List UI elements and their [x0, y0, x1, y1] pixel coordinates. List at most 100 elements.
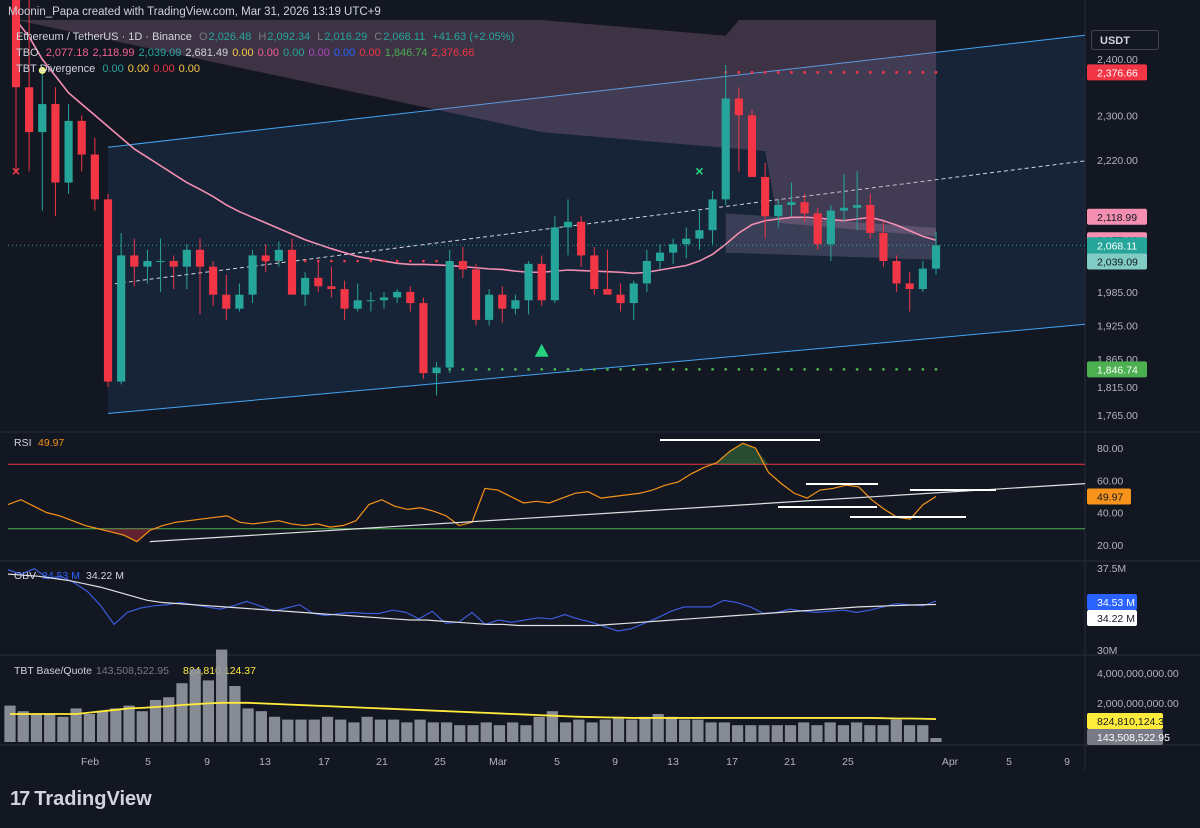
volume-bar	[493, 725, 506, 742]
candle-body	[156, 261, 165, 263]
level-dot	[829, 367, 833, 371]
rsi-tick-label: 80.00	[1097, 443, 1123, 455]
tbo-value-0: 2,077.18	[45, 47, 89, 59]
high-label: H	[258, 31, 267, 43]
level-dot	[921, 367, 925, 371]
level-dot	[474, 367, 478, 371]
tbo-value-10: 1,846.74	[384, 47, 428, 59]
candle-body	[327, 286, 336, 290]
obv-tick-label: 37.5M	[1097, 563, 1126, 575]
tbo-value-9: 0.00	[359, 47, 381, 59]
currency-button[interactable]: USDT	[1091, 30, 1159, 50]
level-dot	[619, 367, 622, 371]
close-label: C	[374, 31, 383, 43]
resistance-dot	[343, 259, 346, 263]
candle-body	[445, 261, 454, 368]
tbo-value-8: 0.00	[333, 47, 356, 59]
volume-bar	[414, 719, 426, 742]
level-dot	[908, 367, 912, 371]
volume-bar	[533, 716, 545, 742]
volume-ma-line	[10, 701, 937, 720]
obv-tick-label: 30M	[1097, 645, 1117, 657]
tbo-value-2: 2,039.09	[138, 47, 182, 59]
level-dot	[671, 367, 675, 371]
volume-bar	[96, 711, 109, 742]
volume-bar	[599, 719, 611, 742]
resistance-dot	[395, 259, 399, 263]
candle-body	[747, 115, 757, 177]
time-tick-label: 5	[554, 756, 560, 768]
candle-body	[590, 255, 599, 290]
level-dot	[553, 367, 557, 371]
level-dot	[763, 70, 767, 74]
rsi-label-text: 49.97	[1097, 492, 1123, 504]
candle-body	[550, 227, 559, 301]
candle-body	[143, 261, 152, 267]
resistance-dot	[330, 259, 333, 263]
volume-bar	[335, 719, 347, 742]
price-label-text: 2,118.99	[1097, 212, 1137, 224]
candle-body	[77, 120, 86, 155]
candle-body	[38, 104, 47, 133]
obv-ma-value: 34.22 M	[86, 570, 124, 582]
candle-body	[340, 289, 349, 309]
candle-body	[537, 263, 546, 301]
candle-body	[209, 266, 218, 295]
level-dot	[842, 367, 846, 371]
volume-value: 143,508,522.95	[96, 665, 169, 677]
level-dot	[882, 70, 885, 74]
candle-body	[655, 252, 665, 262]
rsi-tick-label: 20.00	[1097, 540, 1123, 552]
time-tick-label: 21	[784, 756, 796, 768]
candle-body	[800, 202, 809, 214]
volume-bar	[851, 722, 863, 742]
level-dot	[658, 367, 662, 371]
tbo-value-11: 2,376.66	[431, 47, 475, 59]
candle-body	[314, 277, 323, 287]
volume-bar	[679, 719, 691, 742]
level-dot	[698, 367, 701, 371]
volume-bar	[216, 649, 228, 742]
volume-bar	[692, 719, 704, 742]
volume-bar	[705, 722, 717, 742]
obv-ma-label-text: 34.22 M	[1097, 613, 1135, 625]
time-tick-label: 25	[842, 756, 854, 768]
candle-body	[353, 300, 362, 309]
candle-body	[485, 294, 494, 320]
divergence-legend: TBT Divergence 0.00 0.00 0.00 0.00	[16, 63, 208, 75]
level-dot	[776, 367, 780, 371]
resistance-dot	[382, 259, 386, 263]
level-dot	[763, 367, 767, 371]
tradingview-logo: 17 TradingView	[10, 788, 152, 811]
volume-bar	[255, 711, 267, 742]
volume-bar	[877, 725, 889, 742]
volume-bar	[440, 722, 453, 742]
tbo-value-7: 0.00	[308, 47, 330, 59]
rsi-overbought-fill	[704, 443, 782, 465]
volume-bar	[136, 711, 148, 742]
level-dot	[461, 367, 465, 371]
ohlc-legend: Ethereum / TetherUS · 1D · Binance O2,02…	[16, 31, 518, 43]
volume-bar	[612, 716, 625, 742]
level-dot	[737, 367, 741, 371]
candle-body	[918, 268, 927, 290]
open-label: O	[198, 31, 208, 43]
chart-canvas: 2,400.002,300.002,220.001,985.001,925.00…	[0, 0, 1200, 770]
candle-body	[274, 249, 283, 262]
candle-body	[511, 300, 520, 309]
candle-body	[248, 255, 257, 295]
candle-body	[195, 249, 205, 267]
volume-bar	[110, 708, 122, 742]
candle-body	[235, 294, 244, 309]
level-dot	[592, 367, 596, 371]
candle-body	[563, 221, 573, 228]
tbo-value-5: 0.00	[257, 47, 280, 59]
volume-tick-label: 2,000,000,000.00	[1097, 698, 1179, 710]
level-dot	[566, 367, 570, 371]
candle-body	[498, 294, 507, 309]
time-tick-label: 13	[259, 756, 271, 768]
time-tick-label: 17	[726, 756, 738, 768]
candle-body	[813, 213, 822, 245]
tbo-value-4: 0.00	[232, 47, 254, 59]
volume-tick-label: 4,000,000,000.00	[1097, 668, 1179, 680]
